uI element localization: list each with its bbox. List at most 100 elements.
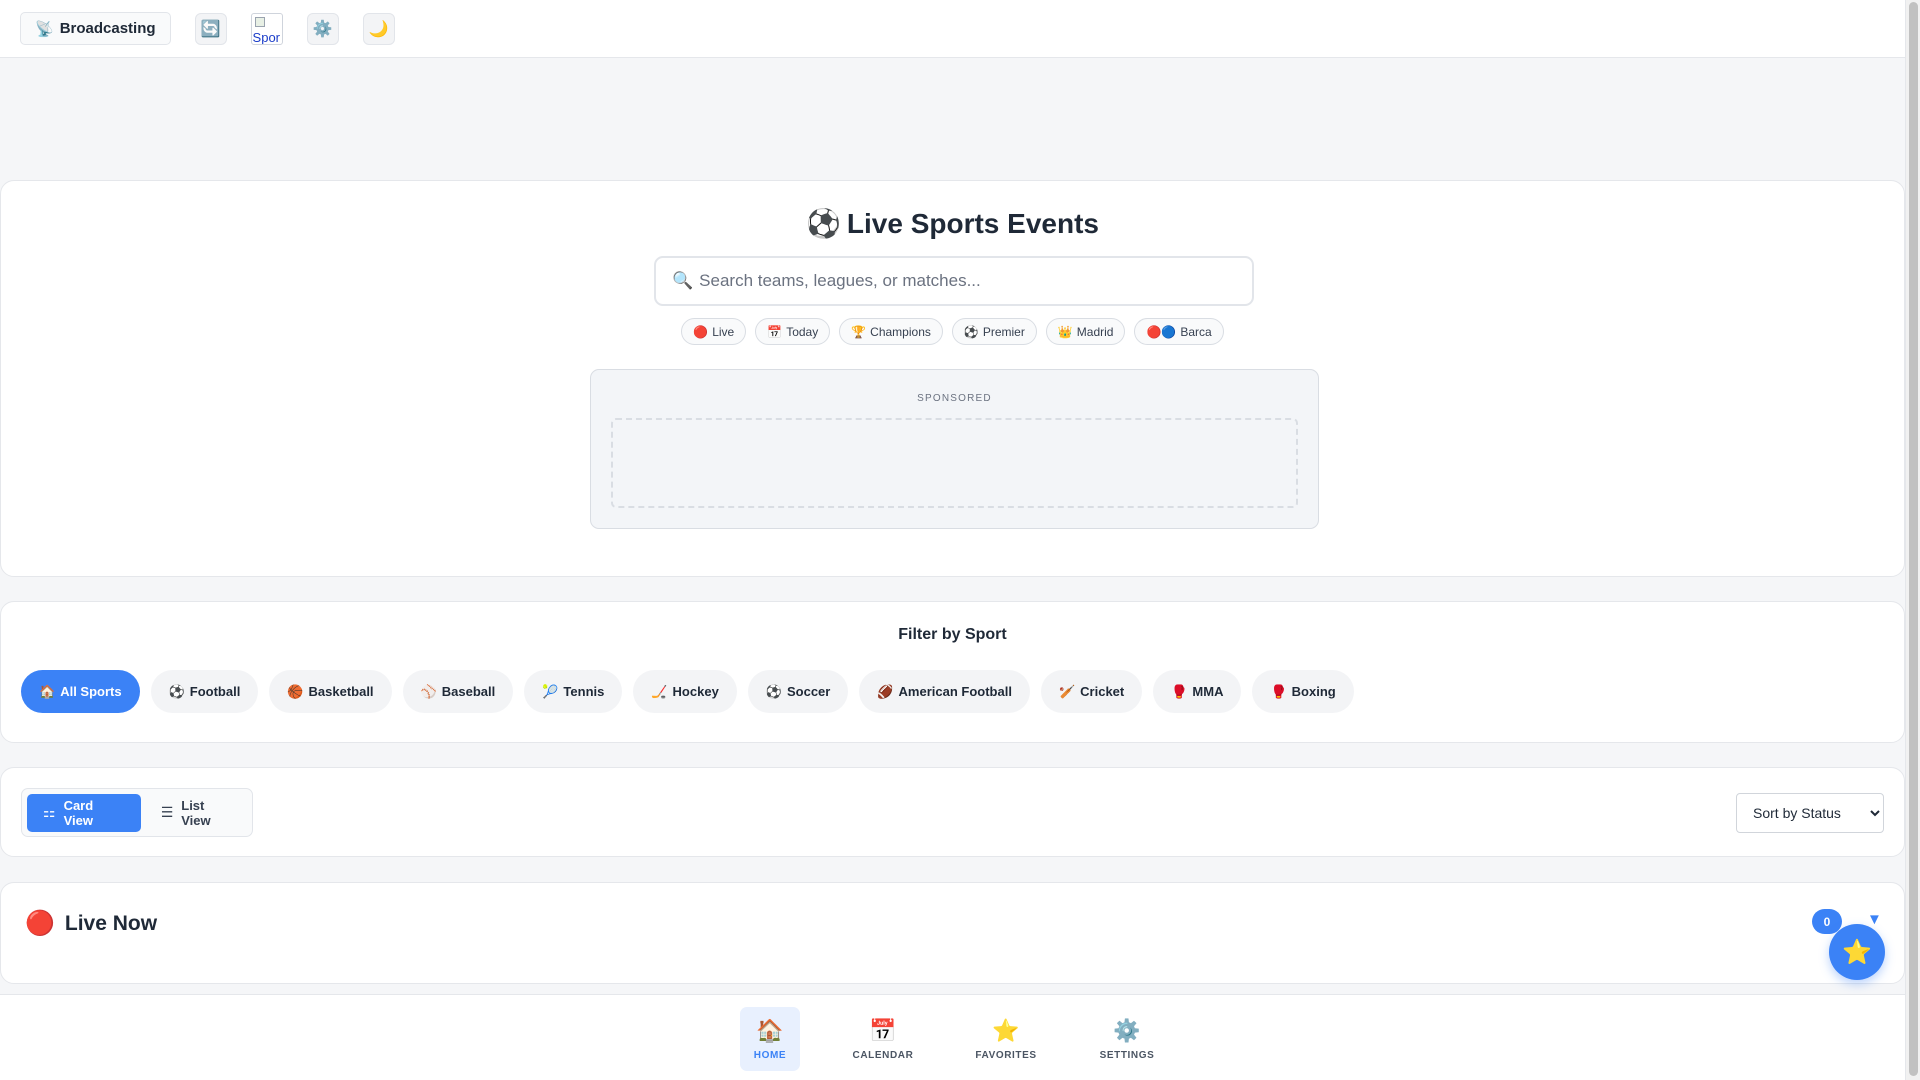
sponsored-ad-box: SPONSORED bbox=[590, 369, 1319, 529]
american-football-icon: 🏈 bbox=[877, 683, 894, 699]
sport-chip-boxing[interactable]: 🥊 Boxing bbox=[1252, 670, 1354, 713]
quick-tag-barca[interactable]: 🔴🔵 Barca bbox=[1134, 318, 1224, 345]
hockey-icon: 🏒 bbox=[651, 683, 668, 699]
sport-chip-mma[interactable]: 🥊 MMA bbox=[1153, 670, 1242, 713]
red-circle-icon: 🔴 bbox=[25, 910, 55, 937]
list-icon: ☰ bbox=[160, 804, 174, 820]
quick-tag-today[interactable]: 📅 Today bbox=[755, 318, 831, 345]
boxing-glove-icon: 🥊 bbox=[1171, 683, 1188, 699]
house-icon: 🏠 bbox=[39, 683, 56, 699]
sport-chip-label: Soccer bbox=[786, 684, 831, 699]
page-title-text: Live Sports Events bbox=[846, 208, 1099, 239]
star-icon: ⭐ bbox=[992, 1017, 1020, 1043]
search-box[interactable]: 🔍 bbox=[654, 256, 1254, 306]
red-circle-icon: 🔴 bbox=[693, 324, 709, 339]
sponsored-label: SPONSORED bbox=[917, 393, 992, 404]
sport-chip-basketball[interactable]: 🏀 Basketball bbox=[269, 670, 392, 713]
quick-tag-label: Today bbox=[786, 324, 819, 339]
sport-logo-alt-text: Spor bbox=[252, 29, 281, 45]
refresh-button[interactable]: 🔄 bbox=[194, 12, 227, 45]
refresh-icon: 🔄 bbox=[200, 20, 221, 38]
sport-chip-label: Basketball bbox=[308, 684, 374, 699]
sport-chip-label: Football bbox=[189, 684, 241, 699]
quick-tag-madrid[interactable]: 👑 Madrid bbox=[1045, 318, 1126, 345]
sport-chip-label: American Football bbox=[898, 684, 1012, 699]
grid-icon: ⚏ bbox=[43, 804, 56, 820]
quick-tag-label: Premier bbox=[982, 324, 1025, 339]
sport-chip-label: MMA bbox=[1192, 684, 1224, 699]
soccer-ball-icon: ⚽ bbox=[806, 208, 841, 239]
moon-icon: 🌙 bbox=[368, 20, 389, 38]
sport-chip-american-football[interactable]: 🏈 American Football bbox=[859, 670, 1030, 713]
soccer-ball-icon: ⚽ bbox=[168, 683, 185, 699]
sport-chip-all-sports[interactable]: 🏠 All Sports bbox=[21, 670, 140, 713]
nav-item-settings[interactable]: ⚙️ SETTINGS bbox=[1092, 1007, 1162, 1071]
ad-slot bbox=[611, 418, 1298, 508]
bottom-nav: 🏠 HOME 📅 CALENDAR ⭐ FAVORITES ⚙️ SETTING… bbox=[0, 994, 1905, 1080]
quick-tag-label: Barca bbox=[1180, 324, 1212, 339]
cricket-icon: 🏏 bbox=[1058, 683, 1076, 699]
sport-chip-label: Hockey bbox=[672, 684, 719, 699]
trophy-icon: 🏆 bbox=[851, 324, 867, 339]
basketball-icon: 🏀 bbox=[287, 683, 304, 699]
card-view-label: Card View bbox=[63, 797, 94, 828]
live-now-title: Live Now bbox=[64, 911, 158, 935]
nav-item-label: HOME bbox=[753, 1049, 787, 1061]
sort-select[interactable]: Sort by Status bbox=[1736, 793, 1884, 833]
sport-chip-soccer[interactable]: ⚽ Soccer bbox=[747, 670, 849, 713]
boxing-glove-icon: 🥊 bbox=[1270, 683, 1287, 699]
nav-item-calendar[interactable]: 📅 CALENDAR bbox=[848, 1007, 918, 1071]
nav-item-label: FAVORITES bbox=[975, 1049, 1037, 1061]
nav-item-home[interactable]: 🏠 HOME bbox=[740, 1007, 800, 1071]
scrollbar-thumb[interactable] bbox=[1909, 2, 1918, 1076]
quick-tags: 🔴 Live 📅 Today 🏆 Champions ⚽ Premier 👑 M… bbox=[1, 318, 1904, 345]
sport-chip-football[interactable]: ⚽ Football bbox=[150, 670, 259, 713]
search-input[interactable] bbox=[699, 271, 1240, 291]
sport-logo-image: Spor bbox=[250, 12, 283, 45]
page-title: ⚽ Live Sports Events bbox=[1, 207, 1904, 240]
quick-tag-label: Champions bbox=[870, 324, 931, 339]
gear-icon: ⚙️ bbox=[1113, 1017, 1141, 1043]
settings-button[interactable]: ⚙️ bbox=[306, 12, 339, 45]
broadcasting-label: Broadcasting bbox=[59, 20, 156, 37]
soccer-ball-icon: ⚽ bbox=[963, 324, 979, 339]
page: 📡 Broadcasting 🔄 Spor ⚙️ 🌙 ⚽ Live Sports … bbox=[0, 0, 1920, 1080]
sport-chip-label: Tennis bbox=[563, 684, 605, 699]
tennis-icon: 🎾 bbox=[542, 683, 559, 699]
broken-image-icon bbox=[254, 16, 265, 27]
live-now-header[interactable]: 🔴 Live Now bbox=[25, 909, 157, 938]
quick-tag-label: Live bbox=[712, 324, 735, 339]
baseball-icon: ⚾ bbox=[420, 683, 437, 699]
quick-tag-live[interactable]: 🔴 Live bbox=[681, 318, 747, 345]
broadcasting-button[interactable]: 📡 Broadcasting bbox=[20, 12, 171, 45]
calendar-icon: 📅 bbox=[767, 324, 783, 339]
quick-tag-champions[interactable]: 🏆 Champions bbox=[839, 318, 943, 345]
sport-chip-label: Boxing bbox=[1291, 684, 1336, 699]
sport-chip-baseball[interactable]: ⚾ Baseball bbox=[402, 670, 514, 713]
sport-chip-tennis[interactable]: 🎾 Tennis bbox=[524, 670, 623, 713]
page-scrollbar[interactable] bbox=[1905, 0, 1920, 1080]
sport-chip-cricket[interactable]: 🏏 Cricket bbox=[1040, 670, 1143, 713]
search-icon: 🔍 bbox=[672, 271, 694, 290]
gear-icon: ⚙️ bbox=[312, 20, 333, 38]
sport-chip-hockey[interactable]: 🏒 Hockey bbox=[633, 670, 737, 713]
satellite-antenna-icon: 📡 bbox=[35, 20, 54, 38]
list-view-button[interactable]: ☰ List View bbox=[145, 794, 252, 832]
nav-item-favorites[interactable]: ⭐ FAVORITES bbox=[968, 1007, 1044, 1071]
list-view-label: List View bbox=[181, 797, 211, 828]
quick-tag-premier[interactable]: ⚽ Premier bbox=[951, 318, 1037, 345]
star-icon: ⭐ bbox=[1842, 938, 1872, 966]
nav-item-label: SETTINGS bbox=[1099, 1049, 1155, 1061]
sport-chips: 🏠 All Sports ⚽ Football 🏀 Basketball ⚾ B… bbox=[21, 670, 1354, 713]
chevron-down-icon[interactable]: ▼ bbox=[1867, 911, 1882, 928]
sport-chip-label: Baseball bbox=[441, 684, 496, 699]
view-toggle: ⚏ Card View ☰ List View bbox=[21, 788, 253, 837]
house-icon: 🏠 bbox=[756, 1017, 784, 1043]
sport-chip-label: All Sports bbox=[60, 684, 122, 699]
soccer-ball-icon: ⚽ bbox=[765, 683, 782, 699]
card-view-button[interactable]: ⚏ Card View bbox=[27, 793, 141, 832]
favorites-fab[interactable]: ⭐ bbox=[1829, 924, 1885, 980]
top-bar: 📡 Broadcasting 🔄 Spor ⚙️ 🌙 bbox=[0, 0, 1905, 58]
hero-card: ⚽Live Sports Events 🔍 🔴 Live 📅 Today 🏆 C… bbox=[0, 180, 1905, 577]
theme-toggle-button[interactable]: 🌙 bbox=[362, 12, 395, 45]
